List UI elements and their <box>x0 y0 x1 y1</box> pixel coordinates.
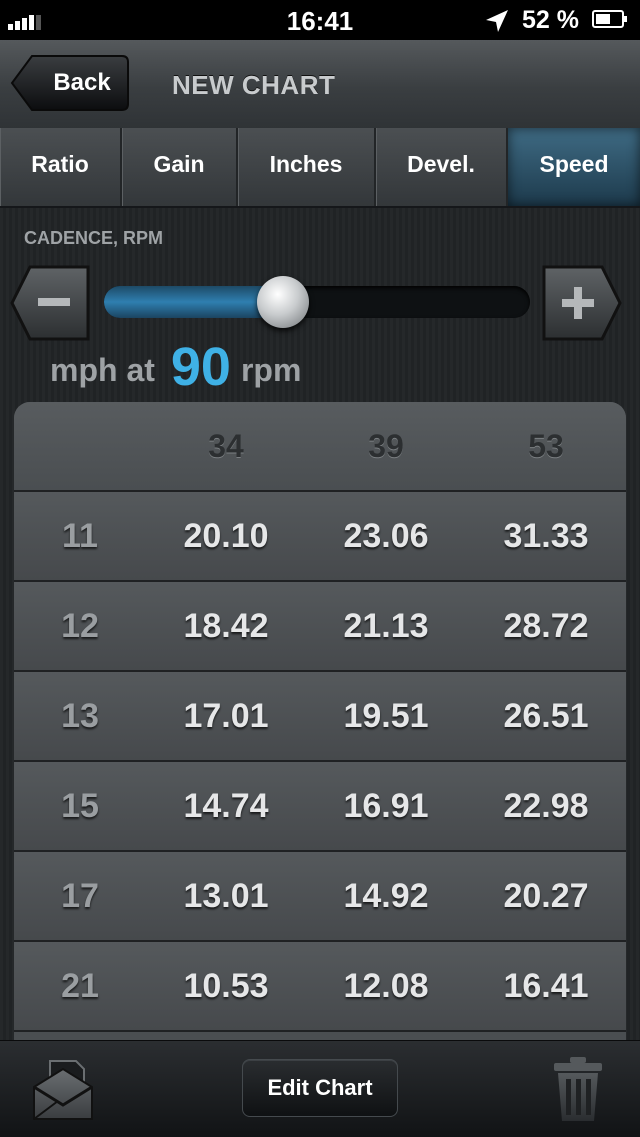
speed-cell: 23.06 <box>343 517 429 555</box>
column-header <box>14 402 146 490</box>
battery-icon <box>592 10 627 28</box>
speed-cell: 20.27 <box>503 877 589 915</box>
cog-cell: 12 <box>61 607 99 645</box>
speed-cell: 16.91 <box>343 787 429 825</box>
cog-cell: 21 <box>61 967 99 1005</box>
back-label: Back <box>53 69 111 96</box>
speed-cell: 21.13 <box>343 607 429 645</box>
table-row[interactable]: 15 14.74 16.91 22.98 <box>14 762 626 852</box>
trash-icon[interactable] <box>552 1055 604 1123</box>
cog-cell: 15 <box>61 787 99 825</box>
decrease-cadence-button[interactable] <box>10 264 90 342</box>
speed-cell: 22.98 <box>503 787 589 825</box>
page-title: NEW CHART <box>172 70 336 100</box>
cog-cell: 17 <box>61 877 99 915</box>
speed-cell: 31.33 <box>503 517 589 555</box>
table-row[interactable]: 11 20.10 23.06 31.33 <box>14 492 626 582</box>
table-row[interactable]: 21 10.53 12.08 16.41 <box>14 942 626 1032</box>
battery-percent: 52 % <box>522 6 579 34</box>
tab-inches[interactable]: Inches <box>238 128 376 206</box>
speed-cell: 13.01 <box>183 877 269 915</box>
navigation-bar: Back NEW CHART <box>0 40 640 129</box>
cog-cell: 13 <box>61 697 99 735</box>
chart-content: CADENCE, RPM mph at 90 rpm 34 39 53 11 2… <box>0 208 640 1052</box>
speed-cell: 14.74 <box>183 787 269 825</box>
column-header: 39 <box>368 428 404 464</box>
table-row[interactable]: 17 13.01 14.92 20.27 <box>14 852 626 942</box>
speed-cell: 26.51 <box>503 697 589 735</box>
cadence-readout: mph at 90 rpm <box>50 336 302 397</box>
increase-cadence-button[interactable] <box>542 264 622 342</box>
status-bar: 16:41 52 % <box>0 0 640 40</box>
speed-cell: 16.41 <box>503 967 589 1005</box>
bottom-toolbar: Edit Chart <box>0 1040 640 1137</box>
column-header: 53 <box>528 428 564 464</box>
table-row[interactable]: 13 17.01 19.51 26.51 <box>14 672 626 762</box>
tab-gain[interactable]: Gain <box>122 128 238 206</box>
speed-cell: 19.51 <box>343 697 429 735</box>
cadence-slider-thumb[interactable] <box>257 276 309 328</box>
tab-ratio[interactable]: Ratio <box>0 128 122 206</box>
table-header: 34 39 53 <box>14 402 626 492</box>
cadence-value: 90 <box>170 337 231 397</box>
cadence-prefix: mph at <box>50 352 155 388</box>
column-header: 34 <box>208 428 244 464</box>
speed-cell: 18.42 <box>183 607 269 645</box>
speed-table: 34 39 53 11 20.10 23.06 31.33 12 18.42 2… <box>14 402 626 1052</box>
speed-cell: 12.08 <box>343 967 429 1005</box>
speed-cell: 17.01 <box>183 697 269 735</box>
speed-cell: 20.10 <box>183 517 269 555</box>
cog-cell: 11 <box>62 517 98 555</box>
cadence-slider[interactable] <box>104 276 530 328</box>
table-row[interactable]: 12 18.42 21.13 28.72 <box>14 582 626 672</box>
tab-devel[interactable]: Devel. <box>376 128 508 206</box>
edit-chart-button[interactable]: Edit Chart <box>242 1059 398 1117</box>
speed-cell: 10.53 <box>183 967 269 1005</box>
back-button[interactable]: Back <box>10 54 130 112</box>
mail-icon[interactable] <box>32 1057 94 1123</box>
minus-icon <box>38 298 70 306</box>
speed-cell: 28.72 <box>503 607 589 645</box>
location-arrow-icon <box>486 10 508 32</box>
metric-tabs: Ratio Gain Inches Devel. Speed <box>0 128 640 208</box>
cadence-unit: rpm <box>240 352 302 388</box>
speed-cell: 14.92 <box>343 877 429 915</box>
tab-speed[interactable]: Speed <box>508 128 640 206</box>
cadence-label: CADENCE, RPM <box>24 228 164 248</box>
